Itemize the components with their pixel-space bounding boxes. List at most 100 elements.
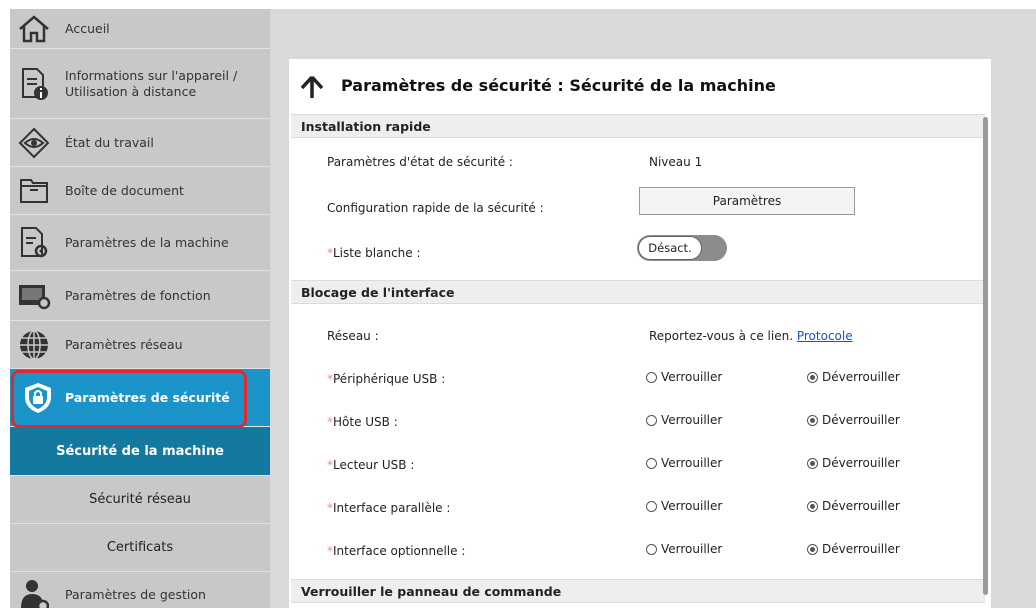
usb-drive-label-text: Lecteur USB : bbox=[333, 458, 415, 472]
row-usb-host: *Hôte USB : Verrouiller Déverrouiller bbox=[289, 403, 991, 443]
row-optional-interface: *Interface optionnelle : Verrouiller Dév… bbox=[289, 532, 991, 572]
section-quick-setup: Installation rapide bbox=[291, 114, 985, 138]
sidebar-item-label: Paramètres réseau bbox=[65, 336, 183, 352]
sidebar-item-label: Paramètres de la machine bbox=[65, 234, 229, 250]
row-security-status: Paramètres d'état de sécurité : Niveau 1 bbox=[289, 143, 991, 183]
radio-label: Déverrouiller bbox=[822, 413, 900, 427]
content-panel: Paramètres de sécurité : Sécurité de la … bbox=[289, 59, 991, 608]
sidebar-subitem-machine-security[interactable]: Sécurité de la machine bbox=[10, 427, 270, 476]
radio-circle bbox=[646, 414, 657, 426]
parallel-interface-unlock-radio[interactable]: Déverrouiller bbox=[807, 499, 900, 513]
radio-circle bbox=[646, 457, 657, 469]
sidebar-item-job-status[interactable]: État du travail bbox=[10, 119, 270, 167]
usb-host-label: *Hôte USB : bbox=[327, 415, 398, 429]
optional-interface-lock-radio[interactable]: Verrouiller bbox=[646, 542, 722, 556]
radio-circle bbox=[646, 543, 657, 555]
top-strip bbox=[0, 0, 1036, 9]
radio-label: Verrouiller bbox=[661, 456, 723, 470]
sidebar-item-security-settings[interactable]: Paramètres de sécurité bbox=[10, 369, 270, 427]
sidebar-subitem-network-security[interactable]: Sécurité réseau bbox=[10, 475, 270, 524]
security-status-value: Niveau 1 bbox=[649, 155, 703, 169]
usb-host-lock-radio[interactable]: Verrouiller bbox=[646, 413, 722, 427]
optional-interface-label: *Interface optionnelle : bbox=[327, 544, 465, 558]
radio-circle-selected bbox=[807, 543, 818, 555]
usb-drive-label: *Lecteur USB : bbox=[327, 458, 414, 472]
page-header: Paramètres de sécurité : Sécurité de la … bbox=[289, 59, 991, 114]
radio-circle bbox=[646, 371, 657, 383]
row-quick-config: Configuration rapide de la sécurité : Pa… bbox=[289, 187, 991, 227]
arrow-up-icon[interactable] bbox=[299, 75, 325, 103]
sidebar-item-document-box[interactable]: Boîte de document bbox=[10, 167, 270, 215]
radio-label: Verrouiller bbox=[661, 370, 723, 384]
sidebar-item-management-settings[interactable]: Paramètres de gestion bbox=[10, 571, 270, 608]
radio-label: Verrouiller bbox=[661, 542, 723, 556]
whitelist-label: *Liste blanche : bbox=[327, 246, 421, 260]
section-panel-lock: Verrouiller le panneau de commande bbox=[291, 579, 985, 603]
radio-circle-selected bbox=[807, 414, 818, 426]
function-settings-icon bbox=[16, 278, 52, 314]
radio-label: Verrouiller bbox=[661, 413, 723, 427]
radio-circle-selected bbox=[807, 500, 818, 512]
sidebar-item-home[interactable]: Accueil bbox=[10, 9, 270, 49]
shield-lock-icon bbox=[20, 380, 56, 416]
globe-icon bbox=[16, 327, 52, 363]
network-reference: Reportez-vous à ce lien. Protocole bbox=[649, 329, 853, 343]
radio-label: Déverrouiller bbox=[822, 499, 900, 513]
radio-circle-selected bbox=[807, 371, 818, 383]
parallel-interface-lock-radio[interactable]: Verrouiller bbox=[646, 499, 722, 513]
home-icon bbox=[16, 11, 52, 47]
sidebar-item-label: Accueil bbox=[65, 20, 110, 36]
usb-device-label-text: Périphérique USB : bbox=[333, 372, 446, 386]
network-reference-text: Reportez-vous à ce lien. bbox=[649, 329, 794, 343]
whitelist-label-text: Liste blanche : bbox=[333, 246, 421, 260]
usb-device-lock-radio[interactable]: Verrouiller bbox=[646, 370, 722, 384]
radio-label: Déverrouiller bbox=[822, 456, 900, 470]
usb-drive-unlock-radio[interactable]: Déverrouiller bbox=[807, 456, 900, 470]
quick-config-label: Configuration rapide de la sécurité : bbox=[327, 201, 544, 215]
folder-icon bbox=[16, 173, 52, 209]
row-whitelist: *Liste blanche : Désact. bbox=[289, 234, 991, 274]
sidebar-item-network-settings[interactable]: Paramètres réseau bbox=[10, 321, 270, 369]
sidebar-item-machine-settings[interactable]: Paramètres de la machine bbox=[10, 215, 270, 271]
sidebar-item-label: Informations sur l'appareil / Utilisatio… bbox=[65, 67, 238, 99]
usb-drive-lock-radio[interactable]: Verrouiller bbox=[646, 456, 722, 470]
optional-interface-label-text: Interface optionnelle : bbox=[333, 544, 466, 558]
radio-label: Déverrouiller bbox=[822, 542, 900, 556]
radio-label: Verrouiller bbox=[661, 499, 723, 513]
admin-user-icon bbox=[16, 577, 52, 608]
sidebar-item-label: Paramètres de fonction bbox=[65, 287, 211, 303]
row-usb-device: *Périphérique USB : Verrouiller Déverrou… bbox=[289, 360, 991, 400]
sidebar-item-label: Paramètres de gestion bbox=[65, 587, 206, 602]
page-title: Paramètres de sécurité : Sécurité de la … bbox=[341, 76, 776, 95]
parallel-interface-label-text: Interface parallèle : bbox=[333, 501, 451, 515]
usb-device-unlock-radio[interactable]: Déverrouiller bbox=[807, 370, 900, 384]
network-label: Réseau : bbox=[327, 329, 379, 343]
security-status-label: Paramètres d'état de sécurité : bbox=[327, 155, 513, 169]
usb-device-label: *Périphérique USB : bbox=[327, 372, 445, 386]
usb-host-unlock-radio[interactable]: Déverrouiller bbox=[807, 413, 900, 427]
sidebar-item-device-info[interactable]: Informations sur l'appareil / Utilisatio… bbox=[10, 49, 270, 119]
scrollbar[interactable] bbox=[983, 117, 988, 595]
sidebar-item-label: Paramètres de sécurité bbox=[65, 389, 230, 405]
radio-circle-selected bbox=[807, 457, 818, 469]
sidebar: Accueil Informations sur l'appareil / Ut… bbox=[10, 9, 270, 608]
device-info-icon bbox=[16, 66, 52, 102]
quick-config-settings-button[interactable]: Paramètres bbox=[639, 187, 855, 215]
radio-label: Déverrouiller bbox=[822, 370, 900, 384]
row-usb-drive: *Lecteur USB : Verrouiller Déverrouiller bbox=[289, 446, 991, 486]
optional-interface-unlock-radio[interactable]: Déverrouiller bbox=[807, 542, 900, 556]
row-network: Réseau : Reportez-vous à ce lien. Protoc… bbox=[289, 317, 991, 357]
row-parallel-interface: *Interface parallèle : Verrouiller Déver… bbox=[289, 489, 991, 529]
sidebar-item-label: État du travail bbox=[65, 134, 154, 150]
parallel-interface-label: *Interface parallèle : bbox=[327, 501, 450, 515]
sidebar-item-function-settings[interactable]: Paramètres de fonction bbox=[10, 271, 270, 321]
protocol-link[interactable]: Protocole bbox=[797, 329, 853, 343]
whitelist-toggle[interactable]: Désact. bbox=[637, 235, 727, 261]
sidebar-item-label: Boîte de document bbox=[65, 182, 184, 198]
usb-host-label-text: Hôte USB : bbox=[333, 415, 398, 429]
radio-circle bbox=[646, 500, 657, 512]
machine-settings-icon bbox=[16, 225, 52, 261]
sidebar-subitem-certificates[interactable]: Certificats bbox=[10, 523, 270, 572]
section-interface-lock: Blocage de l'interface bbox=[291, 280, 985, 304]
toggle-state-label: Désact. bbox=[638, 236, 702, 260]
